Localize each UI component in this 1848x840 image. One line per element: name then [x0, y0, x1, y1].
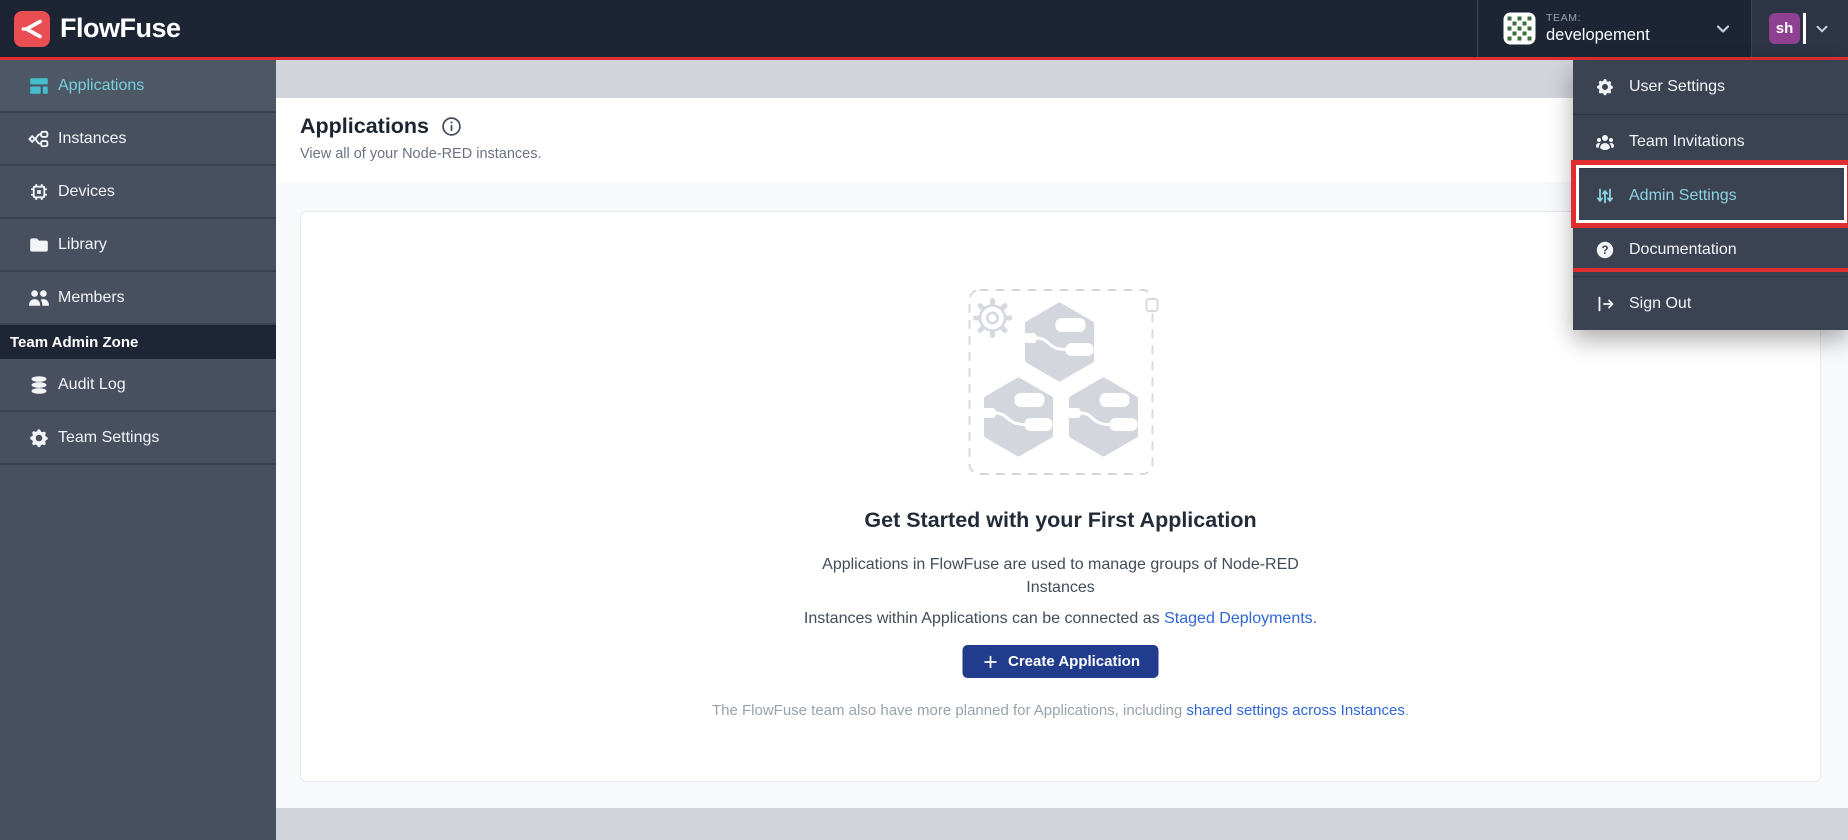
sidebar-item-label: Audit Log: [58, 376, 126, 394]
empty-state-connect-line: Instances within Applications can be con…: [301, 610, 1820, 628]
create-application-label: Create Application: [1008, 653, 1140, 670]
hexagon-flow-glyphs: [982, 305, 1137, 454]
red-annotation-underline: [0, 57, 1848, 60]
team-label: TEAM:: [1546, 13, 1650, 25]
user-avatar: sh: [1769, 13, 1800, 44]
sidebar-item-label: Library: [58, 236, 107, 254]
flowfuse-logo-icon: [14, 11, 50, 47]
chevron-down-icon: [1813, 20, 1831, 38]
user-group-icon: [1595, 132, 1615, 152]
sidebar-item-audit-log[interactable]: Audit Log: [0, 359, 276, 412]
connect-text: Instances within Applications can be con…: [804, 610, 1164, 627]
empty-state-title: Get Started with your First Application: [301, 508, 1820, 533]
sidebar-item-library[interactable]: Library: [0, 219, 276, 272]
menu-item-label: Documentation: [1629, 241, 1737, 259]
info-icon[interactable]: [441, 116, 462, 137]
user-menu-button[interactable]: sh: [1752, 0, 1848, 57]
applications-illustration: [961, 282, 1160, 482]
plus-icon: [981, 653, 999, 671]
team-admin-zone-label: Team Admin Zone: [0, 325, 276, 359]
sidebar-item-label: Instances: [58, 130, 126, 148]
sidebar-item-label: Members: [58, 289, 125, 307]
instances-icon: [28, 128, 50, 150]
content-bottom-band: [276, 808, 1848, 840]
sidebar-item-team-settings[interactable]: Team Settings: [0, 412, 276, 465]
adjustments-icon: [1595, 186, 1615, 206]
sidebar-item-members[interactable]: Members: [0, 272, 276, 325]
brand-wordmark: FlowFuse: [60, 13, 181, 44]
gear-icon: [28, 427, 50, 449]
shared-settings-link[interactable]: shared settings across Instances: [1186, 702, 1404, 719]
sidebar-item-applications[interactable]: Applications: [0, 60, 276, 113]
sidebar-item-devices[interactable]: Devices: [0, 166, 276, 219]
user-dropdown-menu: User Settings Team Invitations Admin Set…: [1573, 60, 1848, 330]
menu-item-label: Team Invitations: [1629, 133, 1745, 151]
top-navbar: FlowFuse TEAM: developement: [0, 0, 1848, 57]
empty-state-note: The FlowFuse team also have more planned…: [301, 702, 1820, 719]
chevron-down-icon: [1713, 19, 1733, 39]
menu-item-team-invitations[interactable]: Team Invitations: [1573, 114, 1848, 168]
menu-item-label: User Settings: [1629, 78, 1725, 96]
audit-log-database-icon: [28, 374, 50, 396]
sidebar-item-instances[interactable]: Instances: [0, 113, 276, 166]
sidebar-item-label: Team Settings: [58, 429, 159, 447]
question-circle-icon: ?: [1595, 240, 1615, 260]
menu-item-user-settings[interactable]: User Settings: [1573, 60, 1848, 114]
menu-item-label: Sign Out: [1629, 295, 1691, 313]
team-avatar: [1503, 12, 1536, 45]
team-selector-button[interactable]: TEAM: developement: [1477, 0, 1752, 57]
cube-outline-icon: [1146, 299, 1157, 311]
sidebar-nav: Applications Instances Devices: [0, 60, 276, 840]
menu-item-admin-settings[interactable]: Admin Settings: [1573, 168, 1848, 222]
note-period: .: [1405, 702, 1409, 719]
library-folder-icon: [28, 234, 50, 256]
flowfuse-app: FlowFuse TEAM: developement: [0, 0, 1848, 840]
empty-state-description: Applications in FlowFuse are used to man…: [821, 553, 1301, 599]
create-application-button[interactable]: Create Application: [962, 645, 1159, 678]
team-name: developement: [1546, 26, 1650, 44]
staged-deployments-link[interactable]: Staged Deployments.: [1164, 610, 1317, 627]
members-users-icon: [28, 287, 50, 309]
gear-outline-icon: [975, 301, 1010, 336]
sidebar-item-label: Devices: [58, 183, 115, 201]
note-text: The FlowFuse team also have more planned…: [712, 702, 1186, 719]
menu-item-documentation[interactable]: ? Documentation: [1573, 222, 1848, 276]
gear-icon: [1595, 77, 1615, 97]
text-cursor: [1803, 13, 1806, 44]
svg-text:?: ?: [1601, 244, 1608, 256]
flowfuse-home-link[interactable]: FlowFuse: [0, 11, 181, 47]
menu-item-sign-out[interactable]: Sign Out: [1573, 276, 1848, 330]
devices-chip-icon: [28, 181, 50, 203]
sidebar-item-label: Applications: [58, 77, 144, 95]
applications-icon: [28, 75, 50, 97]
menu-item-label: Admin Settings: [1629, 187, 1737, 205]
page-title: Applications: [300, 114, 429, 139]
sign-out-icon: [1595, 294, 1615, 314]
